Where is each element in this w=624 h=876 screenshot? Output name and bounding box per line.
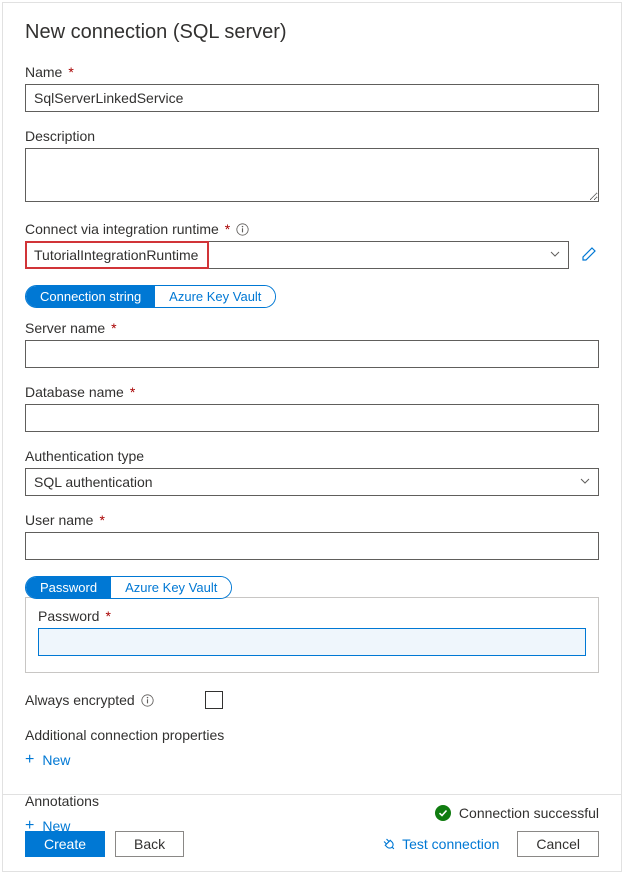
always-encrypted-row: Always encrypted bbox=[25, 691, 599, 709]
tab-password[interactable]: Password bbox=[26, 577, 111, 598]
status-text: Connection successful bbox=[459, 805, 599, 821]
required-indicator: * bbox=[111, 320, 116, 336]
integration-runtime-label: Connect via integration runtime bbox=[25, 221, 219, 237]
auth-type-label: Authentication type bbox=[25, 448, 144, 464]
database-name-label: Database name bbox=[25, 384, 124, 400]
new-connection-panel: New connection (SQL server) Name * Descr… bbox=[2, 2, 622, 872]
user-name-label: User name bbox=[25, 512, 93, 528]
info-icon[interactable] bbox=[236, 223, 249, 236]
password-mode-tabs: Password Azure Key Vault bbox=[25, 576, 232, 599]
footer: Connection successful Create Back Test c… bbox=[3, 794, 621, 871]
description-field: Description bbox=[25, 128, 599, 205]
user-name-field: User name * bbox=[25, 512, 599, 560]
always-encrypted-label: Always encrypted bbox=[25, 692, 135, 708]
page-title: New connection (SQL server) bbox=[25, 21, 599, 44]
tab-azure-key-vault[interactable]: Azure Key Vault bbox=[155, 286, 275, 307]
password-section: Password Azure Key Vault Password * bbox=[25, 576, 599, 673]
server-name-input[interactable] bbox=[25, 340, 599, 368]
additional-props-section: Additional connection properties + New bbox=[25, 727, 599, 771]
required-indicator: * bbox=[105, 608, 110, 624]
status-row: Connection successful bbox=[25, 805, 599, 821]
password-input[interactable] bbox=[38, 628, 586, 656]
user-name-input[interactable] bbox=[25, 532, 599, 560]
additional-props-label: Additional connection properties bbox=[25, 727, 599, 743]
test-connection-button[interactable]: Test connection bbox=[382, 836, 499, 852]
add-property-button[interactable]: + New bbox=[25, 749, 70, 771]
name-label: Name bbox=[25, 64, 62, 80]
button-row: Create Back Test connection Cancel bbox=[25, 831, 599, 857]
integration-runtime-field: Connect via integration runtime * bbox=[25, 221, 599, 269]
description-input[interactable] bbox=[25, 148, 599, 202]
plus-icon: + bbox=[25, 751, 34, 769]
required-indicator: * bbox=[130, 384, 135, 400]
name-input[interactable] bbox=[25, 84, 599, 112]
database-name-input[interactable] bbox=[25, 404, 599, 432]
create-button[interactable]: Create bbox=[25, 831, 105, 857]
cancel-button[interactable]: Cancel bbox=[517, 831, 599, 857]
new-label: New bbox=[42, 752, 70, 768]
required-indicator: * bbox=[68, 64, 73, 80]
description-label: Description bbox=[25, 128, 95, 144]
auth-type-field: Authentication type bbox=[25, 448, 599, 496]
password-label: Password bbox=[38, 608, 99, 624]
server-name-field: Server name * bbox=[25, 320, 599, 368]
always-encrypted-checkbox[interactable] bbox=[205, 691, 223, 709]
success-icon bbox=[435, 805, 451, 821]
tab-password-akv[interactable]: Azure Key Vault bbox=[111, 577, 231, 598]
back-button[interactable]: Back bbox=[115, 831, 184, 857]
connection-mode-tabs: Connection string Azure Key Vault bbox=[25, 285, 276, 308]
tab-connection-string[interactable]: Connection string bbox=[26, 286, 155, 307]
auth-type-select[interactable] bbox=[25, 468, 599, 496]
password-box: Password * bbox=[25, 597, 599, 673]
pencil-icon bbox=[581, 246, 597, 265]
test-connection-label: Test connection bbox=[402, 836, 499, 852]
server-name-label: Server name bbox=[25, 320, 105, 336]
required-indicator: * bbox=[99, 512, 104, 528]
required-indicator: * bbox=[225, 221, 230, 237]
name-field: Name * bbox=[25, 64, 599, 112]
integration-runtime-select[interactable] bbox=[25, 241, 569, 269]
edit-runtime-button[interactable] bbox=[579, 244, 599, 267]
database-name-field: Database name * bbox=[25, 384, 599, 432]
plug-icon bbox=[379, 834, 399, 854]
info-icon[interactable] bbox=[141, 694, 154, 707]
